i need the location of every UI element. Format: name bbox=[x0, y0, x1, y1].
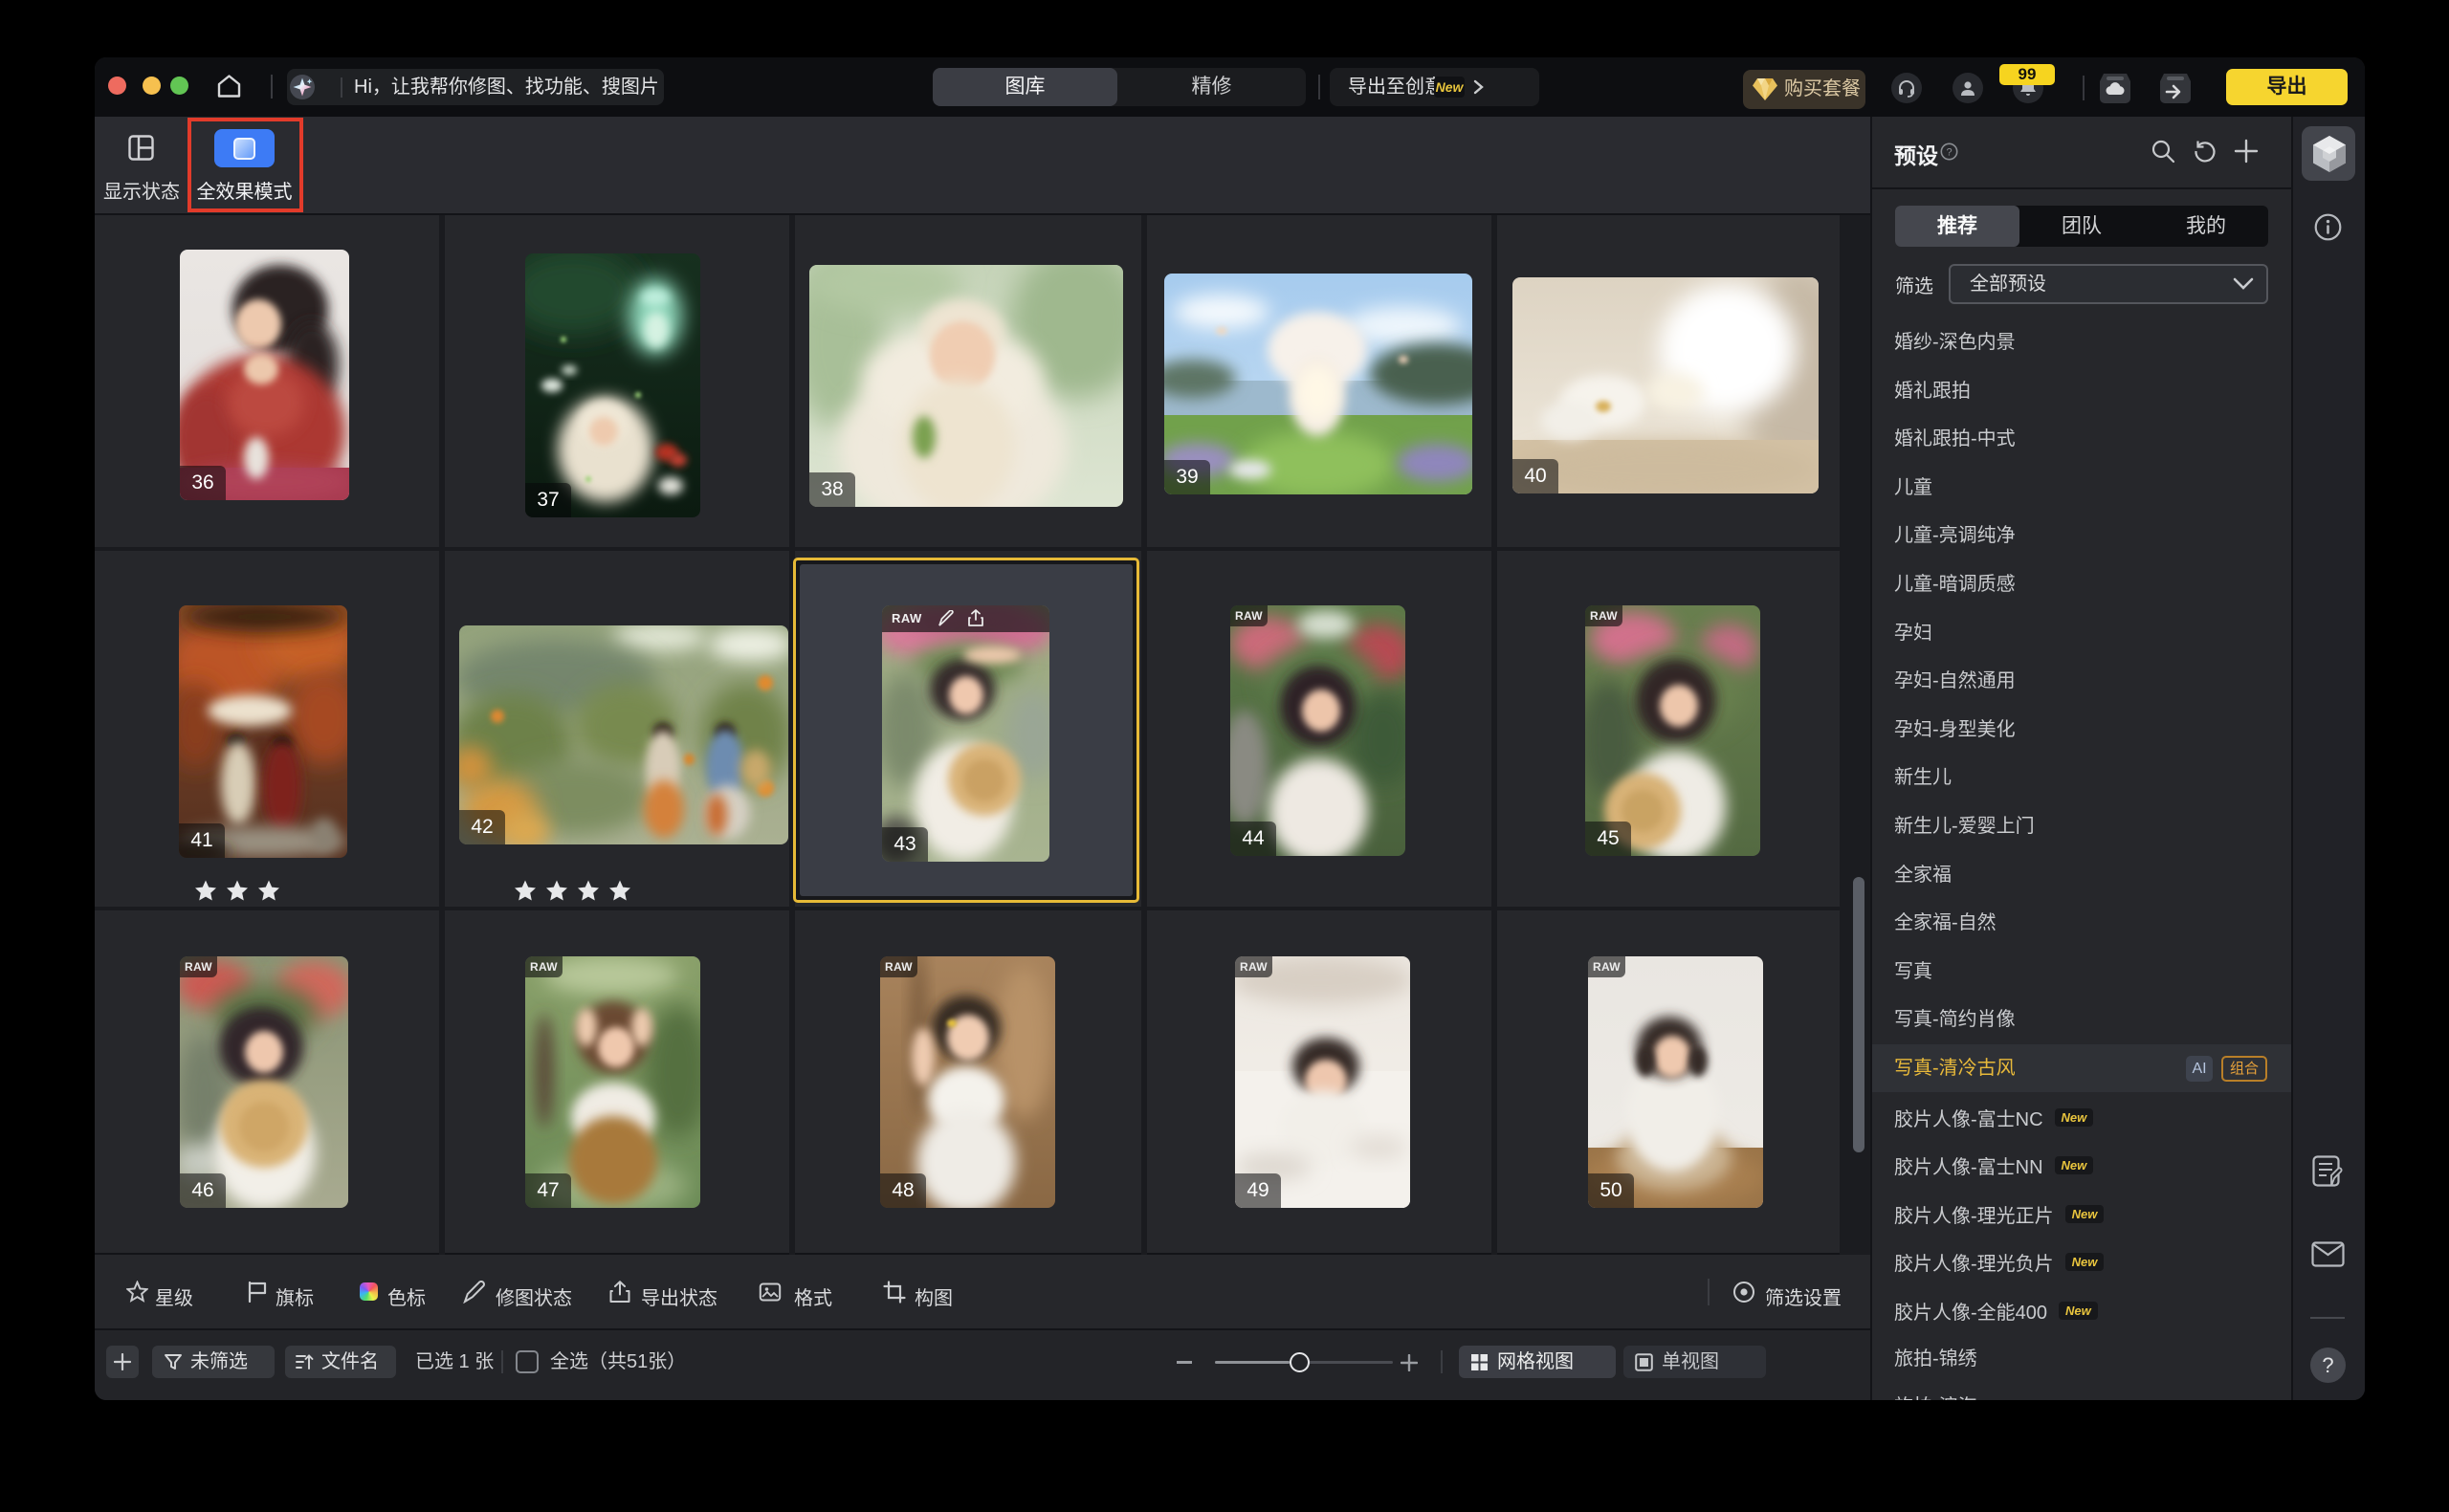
svg-text:?: ? bbox=[1946, 147, 1952, 159]
